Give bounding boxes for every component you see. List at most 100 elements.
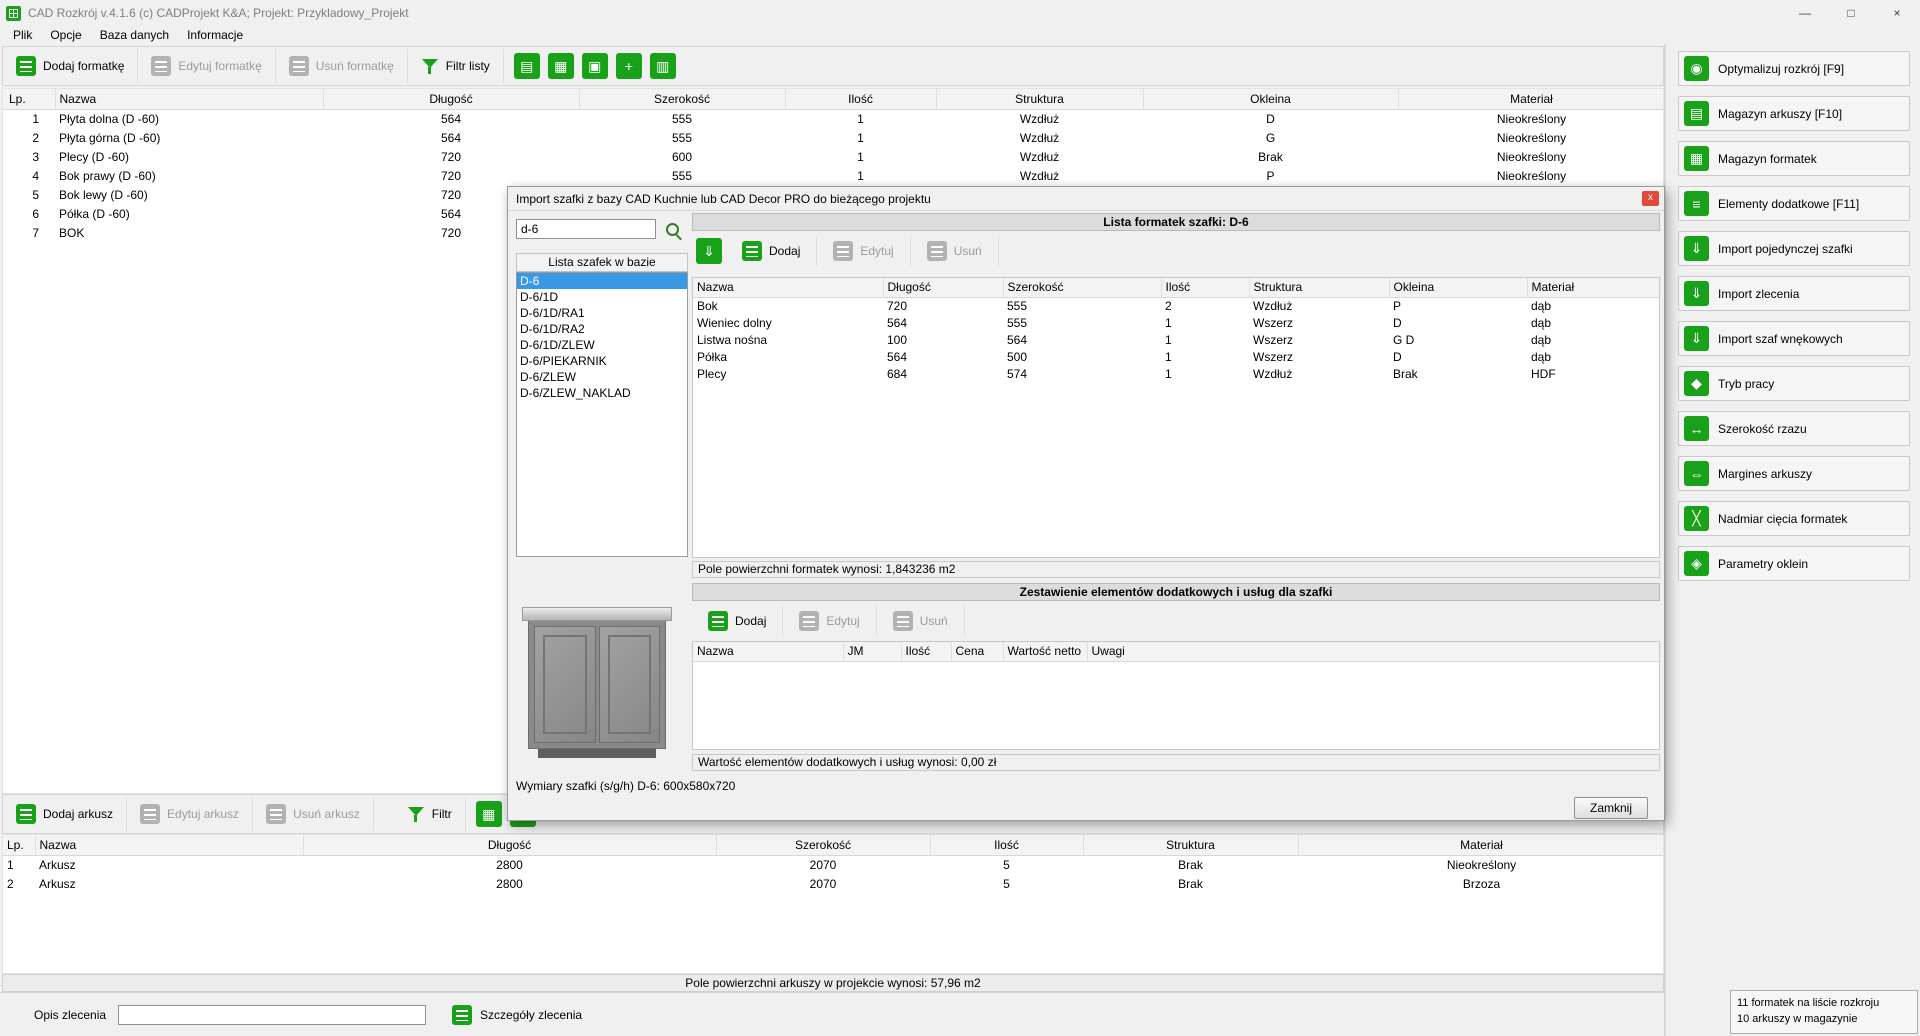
sidebar-button[interactable]: ⇔ Margines arkuszy: [1678, 456, 1910, 491]
search-icon[interactable]: [665, 222, 682, 239]
formatki-table-header: Lp. Nazwa Długość Szerokość Ilość Strukt…: [3, 89, 1664, 109]
toolbar-icon-buttons: ▤ ▦ ▣ + ▥: [510, 53, 680, 79]
cabinet-list-item[interactable]: D-6/ZLEW_NAKLAD: [517, 385, 687, 401]
close-icon[interactable]: ×: [1874, 0, 1920, 26]
extras-value-text: Wartość elementów dodatkowych i usług wy…: [692, 754, 1660, 771]
sidebar: ◉ Optymalizuj rozkrój [F9] ▤ Magazyn ark…: [1666, 44, 1920, 1036]
cabinet-list-item[interactable]: D-6/1D/RA2: [517, 321, 687, 337]
edit-formatka-button[interactable]: Edytuj formatkę: [138, 49, 275, 83]
import-order-icon: ⇓: [1684, 281, 1709, 306]
sidebar-button[interactable]: ◆ Tryb pracy: [1678, 366, 1910, 401]
formatka-row[interactable]: 4 Bok prawy (D -60) 720 555 1 Wzdłuż P N…: [3, 166, 1664, 185]
column-header: JM: [843, 642, 901, 661]
sidebar-button[interactable]: ╳ Nadmiar cięcia formatek: [1678, 501, 1910, 536]
arkusze-list-panel: Lp. Nazwa Długość Szerokość Ilość Strukt…: [2, 834, 1664, 974]
add-formatka-button[interactable]: Dodaj formatkę: [3, 49, 138, 83]
cabinet-list-item[interactable]: D-6/1D/ZLEW: [517, 337, 687, 353]
dialog-formatka-row[interactable]: Wieniec dolny 564 555 1 Wszerz D dąb: [693, 314, 1660, 331]
open-folder-icon[interactable]: ▦: [476, 801, 502, 827]
column-header: Struktura: [1249, 278, 1389, 297]
sidebar-button[interactable]: ≡ Elementy dodatkowe [F11]: [1678, 186, 1910, 221]
dialog-formatka-row[interactable]: Plecy 684 574 1 Wzdłuż Brak HDF: [693, 365, 1660, 382]
minimize-icon[interactable]: —: [1782, 0, 1828, 26]
opis-zlecenia-label: Opis zlecenia: [34, 1008, 106, 1022]
menu-item[interactable]: Informacje: [178, 27, 252, 43]
formatka-row[interactable]: 1 Płyta dolna (D -60) 564 555 1 Wzdłuż D…: [3, 109, 1664, 128]
save-icon[interactable]: ▣: [582, 53, 608, 79]
sidebar-button-label: Magazyn formatek: [1718, 152, 1817, 166]
column-header: Szerokość: [716, 835, 930, 855]
column-header: Długość: [883, 278, 1003, 297]
filter-arkusze-button[interactable]: Filtr: [394, 797, 466, 831]
filter-funnel-icon: [407, 805, 425, 823]
button-label: Edytuj: [860, 244, 893, 258]
formatki-area-text: Pole powierzchni formatek wynosi: 1,8432…: [692, 561, 1660, 578]
cabinet-list-item[interactable]: D-6: [517, 273, 687, 289]
maximize-icon[interactable]: □: [1828, 0, 1874, 26]
sidebar-button[interactable]: ↔ Szerokość rzazu: [1678, 411, 1910, 446]
arkusz-row[interactable]: 2 Arkusz 2800 2070 5 Brak Brzoza: [3, 874, 1664, 893]
dialog-edit-extra-button[interactable]: Edytuj: [783, 606, 876, 636]
sidebar-button[interactable]: ⇓ Import zlecenia: [1678, 276, 1910, 311]
menu-item[interactable]: Opcje: [41, 27, 90, 43]
formatka-row[interactable]: 3 Plecy (D -60) 720 600 1 Wzdłuż Brak Ni…: [3, 147, 1664, 166]
dialog-edit-formatka-button[interactable]: Edytuj: [817, 236, 910, 266]
print-icon[interactable]: ▥: [650, 53, 676, 79]
panel-warehouse-icon: ▦: [1684, 146, 1709, 171]
sidebar-button[interactable]: ⇓ Import pojedynczej szafki: [1678, 231, 1910, 266]
column-header: Lp.: [3, 89, 55, 109]
sidebar-button[interactable]: ▤ Magazyn arkuszy [F10]: [1678, 96, 1910, 131]
edit-list-icon: [140, 804, 160, 824]
menu-item[interactable]: Plik: [4, 27, 41, 43]
dialog-remove-formatka-button[interactable]: Usuń: [911, 236, 999, 266]
add-document-icon[interactable]: +: [616, 53, 642, 79]
add-arkusz-button[interactable]: Dodaj arkusz: [3, 797, 127, 831]
dialog-remove-extra-button[interactable]: Usuń: [877, 606, 965, 636]
button-label: Filtr listy: [446, 59, 490, 73]
dialog-extras-table-header: Nazwa JM Ilość Cena Wartość netto Uwagi: [693, 642, 1660, 661]
remove-arkusz-button[interactable]: Usuń arkusz: [253, 797, 374, 831]
sidebar-button-label: Import szaf wnękowych: [1718, 332, 1843, 346]
szczegoly-zlecenia-button[interactable]: Szczegóły zlecenia: [452, 1005, 582, 1025]
dialog-add-extra-button[interactable]: Dodaj: [692, 606, 783, 636]
sidebar-button[interactable]: ▦ Magazyn formatek: [1678, 141, 1910, 176]
import-to-project-icon[interactable]: ⇓: [696, 238, 722, 264]
formatka-row[interactable]: 2 Płyta górna (D -60) 564 555 1 Wzdłuż G…: [3, 128, 1664, 147]
filter-list-button[interactable]: Filtr listy: [408, 49, 504, 83]
cabinet-preview-image: [522, 607, 672, 758]
dialog-formatka-row[interactable]: Listwa nośna 100 564 1 Wszerz G D dąb: [693, 331, 1660, 348]
sidebar-button-label: Nadmiar cięcia formatek: [1718, 512, 1847, 526]
sidebar-button-label: Elementy dodatkowe [F11]: [1718, 197, 1859, 211]
sidebar-button[interactable]: ⇓ Import szaf wnękowych: [1678, 321, 1910, 356]
cabinet-list-header: Lista szafek w bazie: [516, 253, 688, 272]
sheet-warehouse-icon: ▤: [1684, 101, 1709, 126]
close-dialog-button[interactable]: Zamknij: [1574, 797, 1648, 819]
cabinet-search-input[interactable]: [516, 219, 656, 239]
cabinet-list-item[interactable]: D-6/ZLEW: [517, 369, 687, 385]
remove-formatka-button[interactable]: Usuń formatkę: [276, 49, 408, 83]
extras-section-header: Zestawienie elementów dodatkowych i usłu…: [692, 583, 1660, 601]
opis-zlecenia-input[interactable]: [118, 1005, 426, 1025]
cabinet-list-item[interactable]: D-6/1D/RA1: [517, 305, 687, 321]
sidebar-button[interactable]: ◈ Parametry oklein: [1678, 546, 1910, 581]
open-folder-icon[interactable]: ▦: [548, 53, 574, 79]
add-list-icon: [16, 56, 36, 76]
cabinet-list-item[interactable]: D-6/PIEKARNIK: [517, 353, 687, 369]
dialog-formatka-row[interactable]: Półka 564 500 1 Wszerz D dąb: [693, 348, 1660, 365]
menu-item[interactable]: Baza danych: [91, 27, 178, 43]
dialog-add-formatka-button[interactable]: Dodaj: [726, 236, 817, 266]
list-report-icon[interactable]: ▤: [514, 53, 540, 79]
edit-arkusz-button[interactable]: Edytuj arkusz: [127, 797, 253, 831]
sidebar-button-label: Margines arkuszy: [1718, 467, 1812, 481]
arkusz-row[interactable]: 1 Arkusz 2800 2070 5 Brak Nieokreślony: [3, 855, 1664, 874]
remove-list-icon: [266, 804, 286, 824]
cabinet-list-item[interactable]: D-6/1D: [517, 289, 687, 305]
sidebar-button[interactable]: ◉ Optymalizuj rozkrój [F9]: [1678, 51, 1910, 86]
column-header: Materiał: [1398, 89, 1664, 109]
sidebar-button-label: Szerokość rzazu: [1718, 422, 1807, 436]
column-header: Nazwa: [693, 278, 883, 297]
arkusze-table: Lp. Nazwa Długość Szerokość Ilość Strukt…: [3, 835, 1664, 893]
dialog-formatka-row[interactable]: Bok 720 555 2 Wzdłuż P dąb: [693, 297, 1660, 314]
cabinet-body: [528, 621, 666, 749]
sidebar-button-label: Optymalizuj rozkrój [F9]: [1718, 62, 1844, 76]
